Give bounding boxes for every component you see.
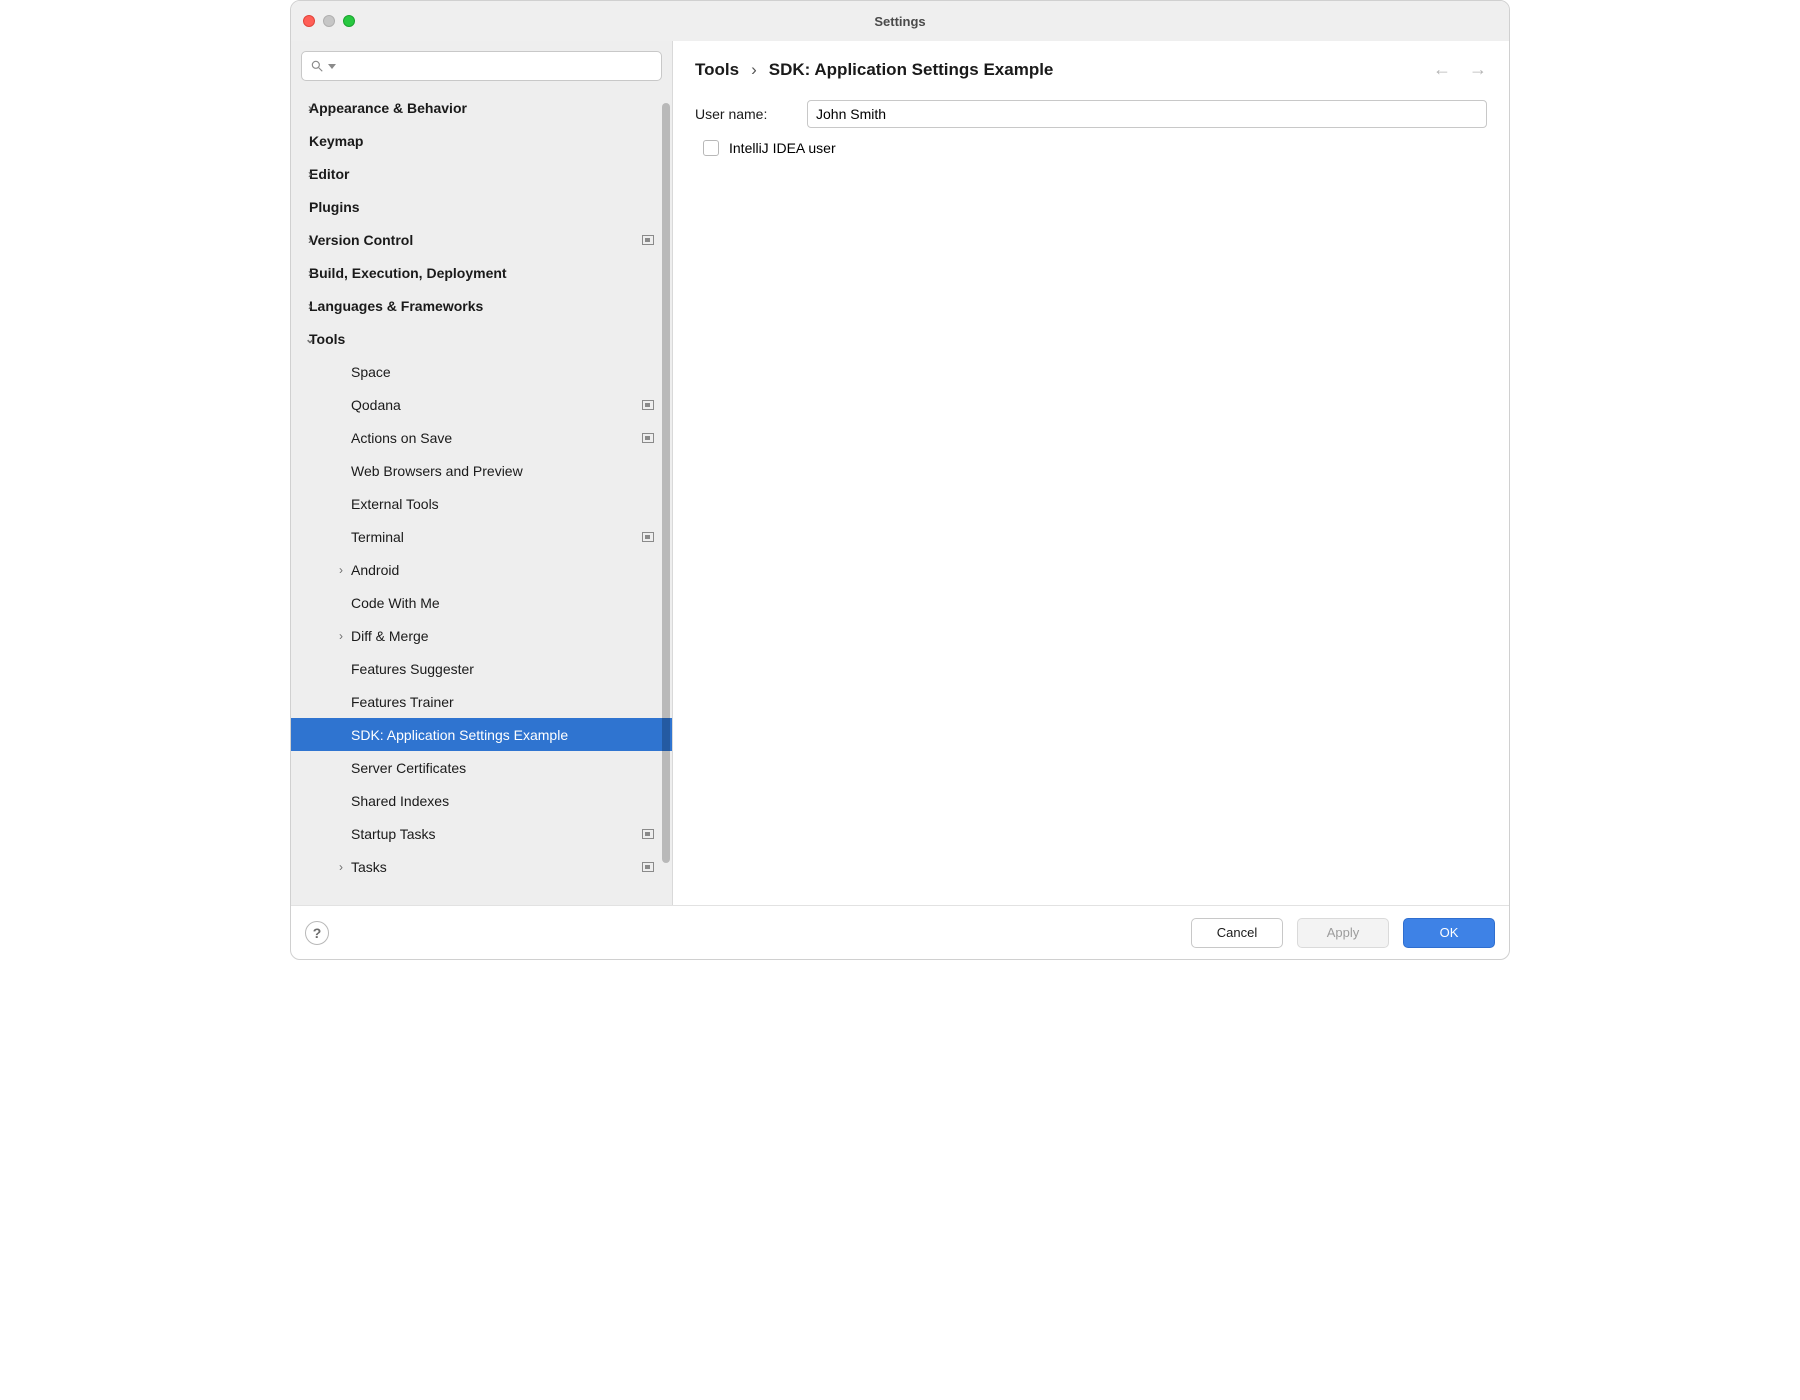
sidebar-item[interactable]: ›Appearance & Behavior [291,91,672,124]
dialog-footer: ? Cancel Apply OK [291,905,1509,959]
window-controls [303,15,355,27]
sidebar-item-label: Web Browsers and Preview [351,463,523,479]
sidebar-item[interactable]: External Tools [291,487,672,520]
content-area: ›Appearance & BehaviorKeymap›EditorPlugi… [291,41,1509,905]
form-area: User name: IntelliJ IDEA user [673,92,1509,164]
sidebar-item-label: Server Certificates [351,760,466,776]
sidebar-item[interactable]: Code With Me [291,586,672,619]
help-button[interactable]: ? [305,921,329,945]
cancel-button[interactable]: Cancel [1191,918,1283,948]
sidebar-item-label: Languages & Frameworks [309,298,483,314]
sidebar-item[interactable]: Space [291,355,672,388]
sidebar-item[interactable]: ›Android [291,553,672,586]
close-window-button[interactable] [303,15,315,27]
apply-button[interactable]: Apply [1297,918,1389,948]
sidebar-item[interactable]: Web Browsers and Preview [291,454,672,487]
project-scope-icon [642,829,654,839]
chevron-right-icon[interactable]: › [293,101,327,115]
breadcrumb-nav: ← → [1433,59,1487,80]
sidebar-item-label: Features Trainer [351,694,454,710]
sidebar-item-label: Terminal [351,529,404,545]
main-header: Tools › SDK: Application Settings Exampl… [673,41,1509,92]
sidebar-item-label: Space [351,364,391,380]
sidebar-item[interactable]: ›Diff & Merge [291,619,672,652]
project-scope-icon [642,862,654,872]
search-icon [310,59,324,73]
breadcrumb: Tools › SDK: Application Settings Exampl… [695,60,1053,80]
sidebar-item-label: Code With Me [351,595,440,611]
sidebar-item[interactable]: Keymap [291,124,672,157]
breadcrumb-current: SDK: Application Settings Example [769,60,1054,80]
project-scope-icon [642,433,654,443]
search-wrap [291,41,672,91]
sidebar-item[interactable]: Terminal [291,520,672,553]
sidebar-item-label: Android [351,562,399,578]
sidebar-item-label: Qodana [351,397,401,413]
search-box[interactable] [301,51,662,81]
chevron-right-icon[interactable]: › [293,167,327,181]
chevron-right-icon[interactable]: › [293,266,327,280]
nav-forward-icon[interactable]: → [1469,59,1487,80]
sidebar-item[interactable]: Shared Indexes [291,784,672,817]
chevron-down-icon[interactable]: ⌄ [293,332,327,346]
intellij-user-checkbox[interactable] [703,140,719,156]
sidebar-item[interactable]: ›Tasks [291,850,672,883]
sidebar-item-label: Appearance & Behavior [309,100,467,116]
nav-back-icon[interactable]: ← [1433,59,1451,80]
settings-window: Settings ›Appearance & BehaviorKeymap›Ed… [290,0,1510,960]
breadcrumb-separator-icon: › [751,60,757,80]
settings-tree[interactable]: ›Appearance & BehaviorKeymap›EditorPlugi… [291,91,672,905]
search-input[interactable] [340,59,653,74]
sidebar-item[interactable]: SDK: Application Settings Example [291,718,672,751]
username-input[interactable] [807,100,1487,128]
sidebar-item-label: SDK: Application Settings Example [351,727,568,743]
chevron-right-icon[interactable]: › [331,860,351,874]
sidebar-item[interactable]: Startup Tasks [291,817,672,850]
sidebar-item-label: Plugins [309,199,360,215]
sidebar-item-label: Tasks [351,859,387,875]
chevron-right-icon[interactable]: › [293,299,327,313]
sidebar-item-label: Shared Indexes [351,793,449,809]
chevron-right-icon[interactable]: › [331,629,351,643]
intellij-user-row[interactable]: IntelliJ IDEA user [695,140,1487,156]
sidebar-item[interactable]: Features Trainer [291,685,672,718]
project-scope-icon [642,532,654,542]
zoom-window-button[interactable] [343,15,355,27]
search-dropdown-icon[interactable] [328,64,336,69]
sidebar-scrollbar[interactable] [662,103,670,863]
window-title: Settings [291,14,1509,29]
settings-sidebar: ›Appearance & BehaviorKeymap›EditorPlugi… [291,41,673,905]
main-panel: Tools › SDK: Application Settings Exampl… [673,41,1509,905]
username-label: User name: [695,106,791,122]
sidebar-item-label: Startup Tasks [351,826,436,842]
titlebar: Settings [291,1,1509,41]
sidebar-item-label: External Tools [351,496,439,512]
sidebar-item-label: Actions on Save [351,430,452,446]
sidebar-item-label: Keymap [309,133,363,149]
project-scope-icon [642,235,654,245]
sidebar-item[interactable]: ⌄Tools [291,322,672,355]
sidebar-item[interactable]: Features Suggester [291,652,672,685]
minimize-window-button[interactable] [323,15,335,27]
sidebar-item[interactable]: ›Languages & Frameworks [291,289,672,322]
chevron-right-icon[interactable]: › [293,233,327,247]
ok-button[interactable]: OK [1403,918,1495,948]
username-row: User name: [695,100,1487,128]
sidebar-item-label: Features Suggester [351,661,474,677]
sidebar-item-label: Diff & Merge [351,628,429,644]
sidebar-item[interactable]: Actions on Save [291,421,672,454]
sidebar-item[interactable]: Server Certificates [291,751,672,784]
sidebar-item[interactable]: Plugins [291,190,672,223]
breadcrumb-parent[interactable]: Tools [695,60,739,80]
sidebar-item[interactable]: ›Editor [291,157,672,190]
project-scope-icon [642,400,654,410]
chevron-right-icon[interactable]: › [331,563,351,577]
sidebar-item[interactable]: ›Version Control [291,223,672,256]
sidebar-item[interactable]: Qodana [291,388,672,421]
sidebar-item-label: Build, Execution, Deployment [309,265,507,281]
sidebar-item[interactable]: ›Build, Execution, Deployment [291,256,672,289]
intellij-user-label: IntelliJ IDEA user [729,140,836,156]
